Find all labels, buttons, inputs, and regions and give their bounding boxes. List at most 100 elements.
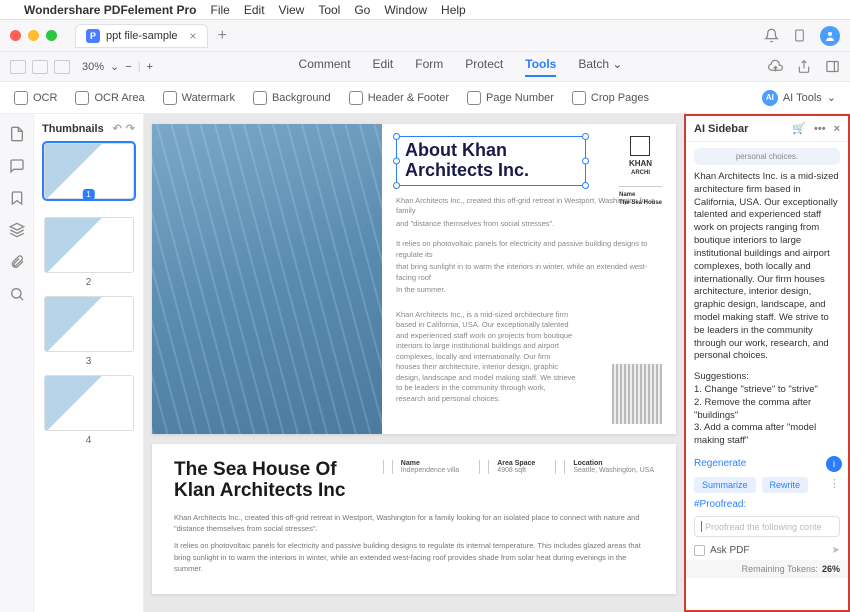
proofread-tag[interactable]: #Proofread: [686,497,848,512]
menu-view[interactable]: View [279,3,305,17]
tab-title: ppt file-sample [106,30,178,42]
info-icon[interactable]: i [826,456,842,472]
search-icon[interactable] [9,286,25,302]
tab-batch[interactable]: Batch ⌄ [578,57,622,77]
share-icon[interactable] [797,59,811,74]
ai-prompt-input[interactable]: Proofread the following conte [694,516,840,537]
watermark-button[interactable]: Watermark [163,91,235,105]
ocr-button[interactable]: OCR [14,91,57,105]
resize-handle-icon[interactable] [582,182,589,189]
resize-handle-icon[interactable] [393,157,400,164]
maximize-window-icon[interactable] [46,30,57,41]
document-tab[interactable]: P ppt file-sample × [75,24,208,48]
main-menu: Comment Edit Form Protect Tools Batch ⌄ [299,57,623,77]
more-chips-icon[interactable]: ⋮ [829,477,840,493]
crop-pages-button[interactable]: Crop Pages [572,91,649,105]
attachment-icon[interactable] [9,254,25,270]
left-rail [0,114,34,612]
background-button[interactable]: Background [253,91,331,105]
window-titlebar: P ppt file-sample × + [0,20,850,52]
ask-pdf-label: Ask PDF [710,545,749,556]
tools-toolbar: OCR OCR Area Watermark Background Header… [0,82,850,114]
watermark-icon [163,91,177,105]
menu-window[interactable]: Window [384,3,427,17]
undo-icon[interactable]: ↶ [113,122,122,135]
thumbnail-4[interactable] [44,375,134,431]
panel-icon[interactable] [825,59,840,74]
send-icon[interactable]: ➤ [832,545,840,556]
minimize-window-icon[interactable] [28,30,39,41]
page-number-button[interactable]: Page Number [467,91,554,105]
comment-icon[interactable] [9,158,25,174]
cursor-icon [701,521,702,532]
sidebar-toggle-icon[interactable] [10,60,26,74]
ocr-area-icon [75,91,89,105]
header-footer-icon [349,91,363,105]
redo-icon[interactable]: ↷ [126,122,135,135]
tab-protect[interactable]: Protect [465,57,503,77]
thumbnail-1[interactable]: 1 [44,143,134,199]
tab-tools[interactable]: Tools [525,57,556,77]
more-icon[interactable]: ••• [814,123,826,135]
selected-text-box[interactable]: About Khan Architects Inc. [396,136,586,186]
cart-icon[interactable]: 🛒 [792,122,806,135]
thumbnails-panel: Thumbnails ↶↷ 1 2 3 4 [34,114,144,612]
layers-icon[interactable] [9,222,25,238]
menu-tool[interactable]: Tool [318,3,340,17]
menu-edit[interactable]: Edit [244,3,265,17]
zoom-out-button[interactable]: − [125,61,131,73]
tab-edit[interactable]: Edit [373,57,394,77]
app-name[interactable]: Wondershare PDFelement Pro [24,3,197,17]
ai-icon: AI [762,90,778,106]
ocr-area-button[interactable]: OCR Area [75,91,144,105]
zoom-in-button[interactable]: + [147,61,153,73]
thumbnail-3[interactable] [44,296,134,352]
mac-menubar: Wondershare PDFelement Pro File Edit Vie… [0,0,850,20]
menu-file[interactable]: File [211,3,230,17]
ai-prev-bubble: personal choices. [694,148,840,165]
menu-help[interactable]: Help [441,3,466,17]
background-icon [253,91,267,105]
close-tab-icon[interactable]: × [190,29,197,43]
close-window-icon[interactable] [10,30,21,41]
page-1: KHAN ARCHI NameThe Sea House About Khan … [152,124,676,434]
chevron-down-icon[interactable]: ⌄ [110,60,119,73]
resize-handle-icon[interactable] [582,157,589,164]
zoom-value[interactable]: 30% [82,61,104,73]
pdf-icon: P [86,29,100,43]
page-meta: NameIndependence villa Area Space4908 sq… [383,460,654,474]
header-footer-button[interactable]: Header & Footer [349,91,449,105]
summarize-chip[interactable]: Summarize [694,477,756,493]
hero-image [152,124,382,434]
resize-handle-icon[interactable] [582,133,589,140]
rewrite-chip[interactable]: Rewrite [762,477,809,493]
tab-form[interactable]: Form [415,57,443,77]
user-avatar-icon[interactable] [820,26,840,46]
bell-icon[interactable] [764,28,779,43]
ai-tools-button[interactable]: AIAI Tools ⌄ [762,90,836,106]
resize-handle-icon[interactable] [393,133,400,140]
document-canvas[interactable]: KHAN ARCHI NameThe Sea House About Khan … [144,114,684,612]
page-icon[interactable] [9,126,25,142]
workspace: Thumbnails ↶↷ 1 2 3 4 KHAN ARCHI NameThe… [0,114,850,612]
ask-pdf-checkbox[interactable] [694,545,705,556]
thumbnail-2[interactable] [44,217,134,273]
ai-response: Khan Architects Inc. is a mid-sized arch… [686,165,848,454]
building-image [612,364,662,424]
crop-icon [572,91,586,105]
resize-handle-icon[interactable] [393,182,400,189]
thumbs-title: Thumbnails [42,123,104,135]
device-icon[interactable] [793,28,806,43]
grid-view-icon[interactable] [32,60,48,74]
new-tab-button[interactable]: + [218,27,227,45]
cloud-upload-icon[interactable] [768,59,783,74]
bookmark-icon[interactable] [9,190,25,206]
page-view-icon[interactable] [54,60,70,74]
regenerate-button[interactable]: Regenerate [686,454,754,473]
traffic-lights [10,30,57,41]
close-sidebar-icon[interactable]: × [834,123,840,135]
view-toolbar: 30% ⌄ − | + Comment Edit Form Protect To… [0,52,850,82]
tab-comment[interactable]: Comment [299,57,351,77]
menu-go[interactable]: Go [354,3,370,17]
ocr-icon [14,91,28,105]
